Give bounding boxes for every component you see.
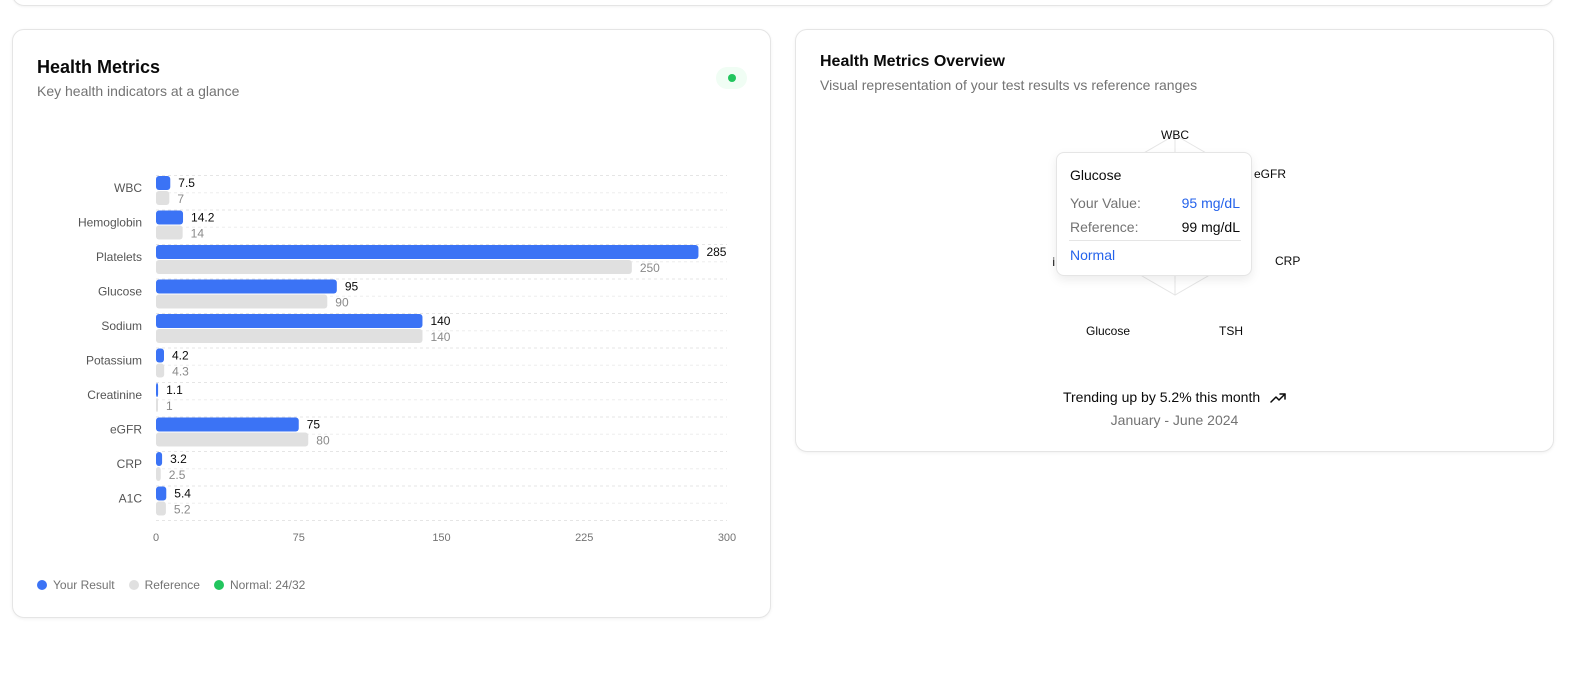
value-label-reference: 2.5 — [169, 468, 186, 482]
bar-reference[interactable] — [156, 432, 309, 447]
legend-label: Your Result — [53, 578, 115, 592]
previous-card-edge — [12, 0, 1554, 6]
gray-dot-icon — [128, 580, 139, 590]
value-label-your-result: 14.2 — [191, 211, 215, 225]
tooltip-title: Glucose — [1070, 167, 1122, 183]
bar-reference[interactable] — [156, 191, 170, 205]
category-label: Sodium — [101, 319, 142, 333]
legend-label: Normal: 24/32 — [229, 578, 306, 592]
trend-text: Trending up by 5.2% this month — [1062, 389, 1261, 405]
category-label: Glucose — [98, 285, 142, 299]
x-tick-label: 75 — [293, 532, 305, 544]
blue-dot-icon — [37, 580, 47, 590]
value-label-your-result: 5.4 — [174, 487, 191, 501]
category-label: Platelets — [96, 250, 142, 264]
radar-axis-label: eGFR — [1254, 167, 1286, 181]
legend-your-result: Your Result — [37, 578, 115, 592]
bar-reference[interactable] — [156, 260, 632, 274]
bar-your-result[interactable] — [156, 383, 159, 397]
radar-axis-label: Glucose — [1086, 324, 1130, 338]
value-label-reference: 14 — [191, 227, 205, 241]
value-label-your-result: 75 — [307, 418, 321, 432]
x-tick-label: 300 — [718, 532, 736, 544]
bar-your-result[interactable] — [156, 279, 337, 294]
trend-summary: Trending up by 5.2% this month — [796, 389, 1553, 405]
bar-your-result[interactable] — [156, 348, 164, 363]
value-label-reference: 90 — [335, 296, 349, 310]
category-label: Potassium — [86, 354, 142, 368]
bar-reference[interactable] — [156, 225, 183, 240]
date-range: January - June 2024 — [1110, 412, 1239, 428]
radar-axis-label-partial: i — [1052, 255, 1055, 269]
health-metrics-card: Health Metrics Key health indicators at … — [12, 29, 771, 618]
value-label-reference: 5.2 — [174, 503, 191, 517]
value-label-your-result: 285 — [706, 245, 726, 259]
bar-your-result[interactable] — [156, 486, 167, 501]
value-label-reference: 4.3 — [172, 365, 189, 379]
chart-tooltip: Glucose Your Value: 95 mg/dL Reference: … — [1056, 152, 1252, 276]
bar-your-result[interactable] — [156, 452, 163, 466]
trending-up-icon — [1270, 393, 1286, 404]
bar-reference[interactable] — [156, 363, 165, 378]
category-label: CRP — [117, 457, 142, 471]
value-label-your-result: 7.5 — [178, 176, 195, 190]
tooltip-divider — [1069, 240, 1241, 241]
category-label: A1C — [119, 492, 143, 506]
health-metrics-overview-card: Health Metrics Overview Visual represent… — [795, 29, 1554, 452]
bar-reference[interactable] — [156, 329, 423, 343]
bar-your-result[interactable] — [156, 176, 171, 190]
value-label-your-result: 140 — [430, 314, 450, 328]
bar-your-result[interactable] — [156, 245, 699, 259]
radar-axis-label: TSH — [1219, 324, 1243, 338]
legend-label: Reference — [144, 578, 200, 592]
x-tick-label: 0 — [153, 532, 159, 544]
green-dot-icon — [213, 580, 224, 590]
value-label-reference: 7 — [177, 192, 184, 206]
value-label-reference: 80 — [316, 434, 330, 448]
tooltip-status: Normal — [1070, 247, 1116, 263]
value-label-your-result: 95 — [345, 280, 359, 294]
bar-your-result[interactable] — [156, 417, 299, 432]
tooltip-reference-label: Reference: — [1070, 219, 1139, 235]
bar-reference[interactable] — [156, 501, 166, 516]
legend-reference: Reference — [128, 578, 200, 592]
tooltip-reference-value: 99 mg/dL — [1181, 219, 1240, 235]
value-label-reference: 250 — [640, 261, 660, 275]
bar-reference[interactable] — [156, 467, 161, 481]
value-label-your-result: 4.2 — [172, 349, 189, 363]
category-label: Creatinine — [87, 388, 142, 402]
category-label: Hemoglobin — [78, 216, 142, 230]
x-tick-label: 150 — [432, 532, 450, 544]
value-label-your-result: 3.2 — [170, 452, 187, 466]
radar-axis-label: WBC — [1161, 128, 1189, 142]
radar-axis-label: CRP — [1275, 254, 1300, 268]
value-label-your-result: 1.1 — [166, 383, 183, 397]
tooltip-your-value-label: Your Value: — [1070, 195, 1141, 211]
bar-your-result[interactable] — [156, 210, 184, 225]
health-metrics-bar-chart: WBC 7.57Hemoglobin 14.214Platelets 285250Gl… — [78, 175, 736, 544]
value-label-reference: 1 — [166, 399, 173, 413]
bar-your-result[interactable] — [156, 314, 423, 328]
chart-legend: Your Result Reference Normal: 24/32 — [37, 578, 305, 592]
bar-reference[interactable] — [156, 294, 328, 309]
bar-reference[interactable] — [156, 398, 158, 412]
x-tick-label: 225 — [575, 532, 593, 544]
legend-normal: Normal: 24/32 — [213, 578, 306, 592]
category-label: eGFR — [110, 423, 142, 437]
tooltip-your-value: 95 mg/dL — [1181, 195, 1240, 211]
category-label: WBC — [114, 181, 142, 195]
value-label-reference: 140 — [430, 330, 450, 344]
